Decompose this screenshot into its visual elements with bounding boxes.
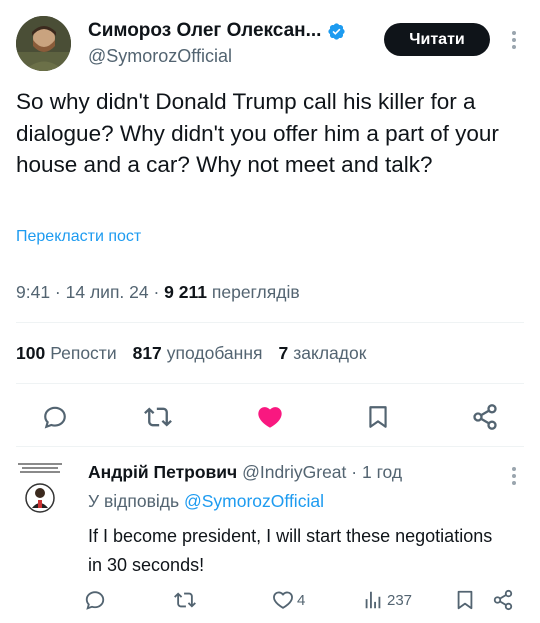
more-options-icon[interactable] <box>506 28 522 52</box>
reply-separator: · <box>346 462 362 482</box>
reply-like-button[interactable]: 4 <box>272 588 305 612</box>
likes-label: уподобання <box>166 343 263 363</box>
likes-count: 817 <box>132 343 162 363</box>
post-header: Симороз Олег Олексан... @SymorozOfficial… <box>16 16 526 74</box>
bookmarks-count: 7 <box>278 343 289 363</box>
post-text: So why didn't Donald Trump call his kill… <box>16 89 499 177</box>
divider <box>16 446 524 447</box>
divider <box>16 322 524 323</box>
bookmark-icon[interactable] <box>363 402 393 432</box>
reposts-stat[interactable]: 100 Репости <box>16 343 117 364</box>
views-icon <box>365 591 381 609</box>
author-name[interactable]: Симороз Олег Олексан... <box>88 20 321 42</box>
reply-icon[interactable] <box>40 402 70 432</box>
author-handle[interactable]: @SymorozOfficial <box>88 46 232 67</box>
reply-author-name[interactable]: Андрій Петрович <box>88 462 237 482</box>
post-date[interactable]: 14 лип. 24 <box>66 282 149 302</box>
likes-stat[interactable]: 817 уподобання <box>133 343 263 364</box>
bookmarks-label: закладок <box>293 343 367 363</box>
bookmarks-stat[interactable]: 7 закладок <box>278 343 366 364</box>
reply-share-icon[interactable] <box>492 588 514 612</box>
meta-separator: · <box>50 282 66 302</box>
reply-author-handle[interactable]: @IndriyGreat <box>242 462 346 482</box>
reply-bookmark-icon[interactable] <box>454 588 476 612</box>
reply-like-count: 4 <box>297 591 306 609</box>
views-count: 9 211 <box>164 282 207 302</box>
divider <box>16 383 524 384</box>
reply-repost-icon[interactable] <box>174 588 196 612</box>
share-icon[interactable] <box>470 402 500 432</box>
reply-like-icon <box>273 591 293 609</box>
author-avatar-image <box>16 16 71 71</box>
reply-text: If I become president, I will start thes… <box>88 526 493 575</box>
reply-avatar-image <box>18 463 62 513</box>
post-action-bar <box>40 402 500 432</box>
reposts-label: Репости <box>50 343 117 363</box>
reply-views-button[interactable]: 237 <box>362 588 412 612</box>
reposts-count: 100 <box>16 343 46 363</box>
like-icon[interactable] <box>255 402 285 432</box>
translate-post-link[interactable]: Перекласти пост <box>16 228 141 246</box>
replying-to: У відповідь @SymorozOfficial <box>88 491 324 512</box>
reply-header: Андрій Петрович @IndriyGreat · 1 год <box>88 462 402 483</box>
reply-views-count: 237 <box>387 591 413 609</box>
repost-icon[interactable] <box>143 402 173 432</box>
reply-time[interactable]: 1 год <box>362 462 402 482</box>
replying-to-mention[interactable]: @SymorozOfficial <box>184 491 324 511</box>
follow-button[interactable]: Читати <box>384 23 490 56</box>
views-label: переглядів <box>211 282 300 302</box>
reply-action-bar: 4 237 <box>84 588 524 612</box>
engagement-stats: 100 Репости 817 уподобання 7 закладок <box>16 343 366 364</box>
verified-badge-icon <box>328 22 346 40</box>
post-time[interactable]: 9:41 <box>16 282 50 302</box>
author-avatar[interactable] <box>16 16 71 71</box>
meta-separator: · <box>148 282 165 302</box>
replying-to-prefix: У відповідь <box>88 491 180 511</box>
reply-reply-icon[interactable] <box>84 588 106 612</box>
reply-author-avatar[interactable] <box>16 460 66 520</box>
reply-more-options-icon[interactable] <box>506 465 522 487</box>
post-meta: 9:41 · 14 лип. 24 · 9 211 переглядів <box>16 282 300 303</box>
